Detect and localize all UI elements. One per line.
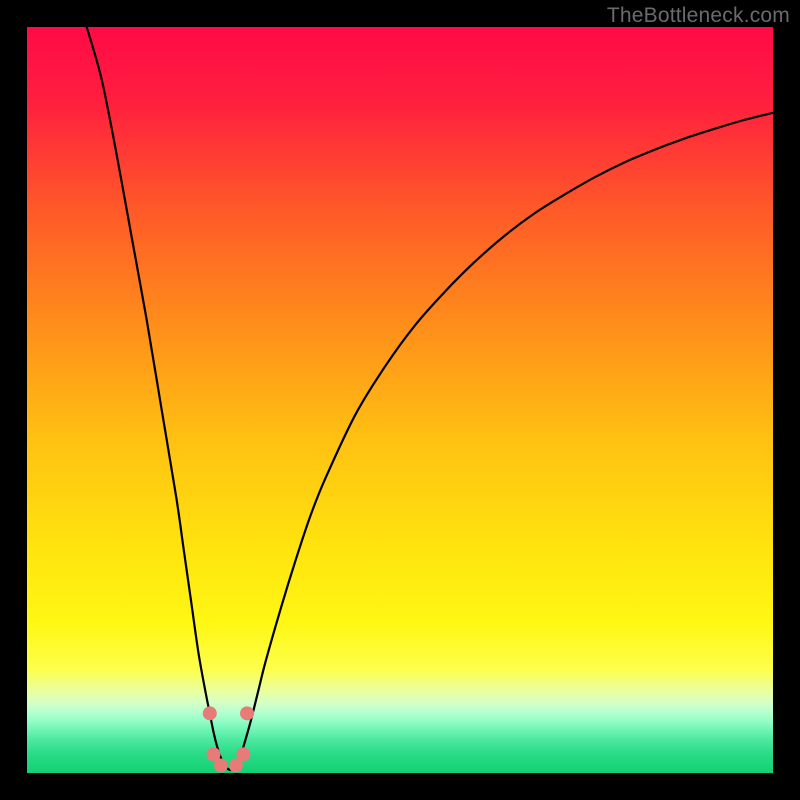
watermark-text: TheBottleneck.com: [607, 4, 790, 28]
chart-frame: [27, 27, 773, 773]
bottleneck-chart: [27, 27, 773, 773]
chart-background: [27, 27, 773, 773]
valley-marker-dot: [203, 706, 217, 720]
valley-marker-dot: [236, 747, 250, 761]
valley-marker-dot: [240, 706, 254, 720]
valley-marker-dot: [214, 759, 228, 773]
